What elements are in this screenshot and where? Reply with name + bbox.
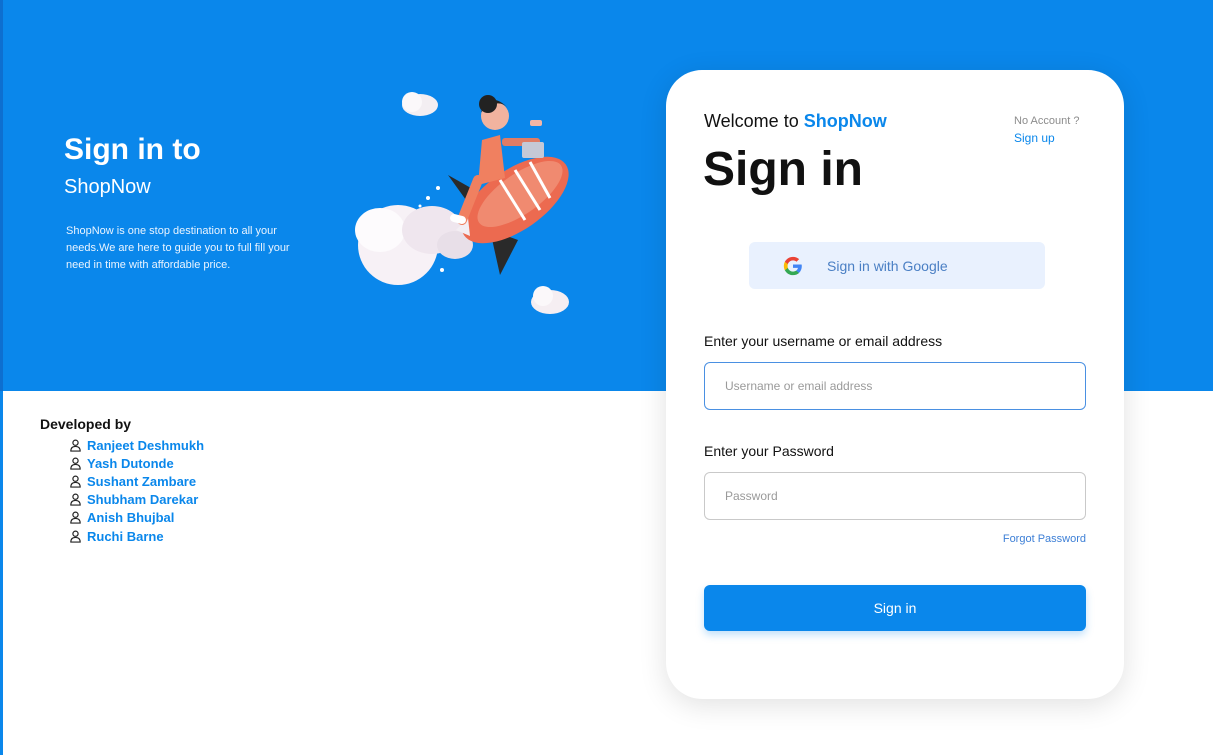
developer-name[interactable]: Shubham Darekar	[87, 492, 198, 507]
signup-link[interactable]: Sign up	[1014, 131, 1055, 145]
developer-item[interactable]: Sushant Zambare	[69, 472, 204, 490]
person-icon	[70, 511, 81, 525]
developer-item[interactable]: Anish Bhujbal	[69, 509, 204, 527]
hero-title: Sign in to	[64, 133, 201, 166]
signin-submit-button[interactable]: Sign in	[704, 585, 1086, 631]
person-icon	[70, 493, 81, 506]
google-signin-button[interactable]: Sign in with Google	[749, 242, 1045, 289]
developer-item[interactable]: Ruchi Barne	[69, 527, 204, 545]
person-icon	[70, 475, 81, 488]
password-label: Enter your Password	[704, 443, 834, 459]
brand-name: ShopNow	[803, 111, 887, 131]
no-account-text: No Account ?	[1014, 115, 1080, 127]
rocket-illustration	[355, 92, 569, 314]
developer-item[interactable]: Yash Dutonde	[69, 454, 204, 472]
developer-name[interactable]: Ranjeet Deshmukh	[87, 438, 204, 453]
developers-list: Ranjeet Deshmukh Yash Dutonde Sushant Za…	[69, 436, 204, 545]
developer-name[interactable]: Anish Bhujbal	[87, 510, 174, 525]
google-icon	[783, 256, 802, 275]
hero-subtitle: ShopNow	[64, 176, 151, 198]
person-icon	[70, 439, 81, 452]
username-label: Enter your username or email address	[704, 333, 943, 349]
google-signin-label: Sign in with Google	[827, 257, 948, 274]
left-accent-strip	[0, 391, 3, 755]
developers-title: Developed by	[40, 416, 132, 432]
username-input[interactable]	[704, 362, 1086, 410]
forgot-password-link[interactable]: Forgot Password	[1003, 533, 1086, 545]
person-icon	[70, 457, 81, 470]
developer-name[interactable]: Ruchi Barne	[87, 529, 164, 544]
signin-title: Sign in	[703, 143, 863, 196]
person-icon	[70, 530, 81, 543]
welcome-text: Welcome to ShopNow	[704, 111, 887, 132]
hero-description: ShopNow is one stop destination to all y…	[66, 225, 290, 271]
developer-name[interactable]: Yash Dutonde	[87, 456, 174, 471]
password-input[interactable]	[704, 472, 1086, 520]
signin-card: Welcome to ShopNow No Account ? Sign up …	[666, 70, 1124, 699]
welcome-prefix: Welcome to	[704, 111, 804, 131]
developer-item[interactable]: Ranjeet Deshmukh	[69, 436, 204, 454]
developer-item[interactable]: Shubham Darekar	[69, 491, 204, 509]
developer-name[interactable]: Sushant Zambare	[87, 474, 196, 489]
developers-section: Developed by Ranjeet Deshmukh Yash Duton…	[40, 416, 204, 545]
